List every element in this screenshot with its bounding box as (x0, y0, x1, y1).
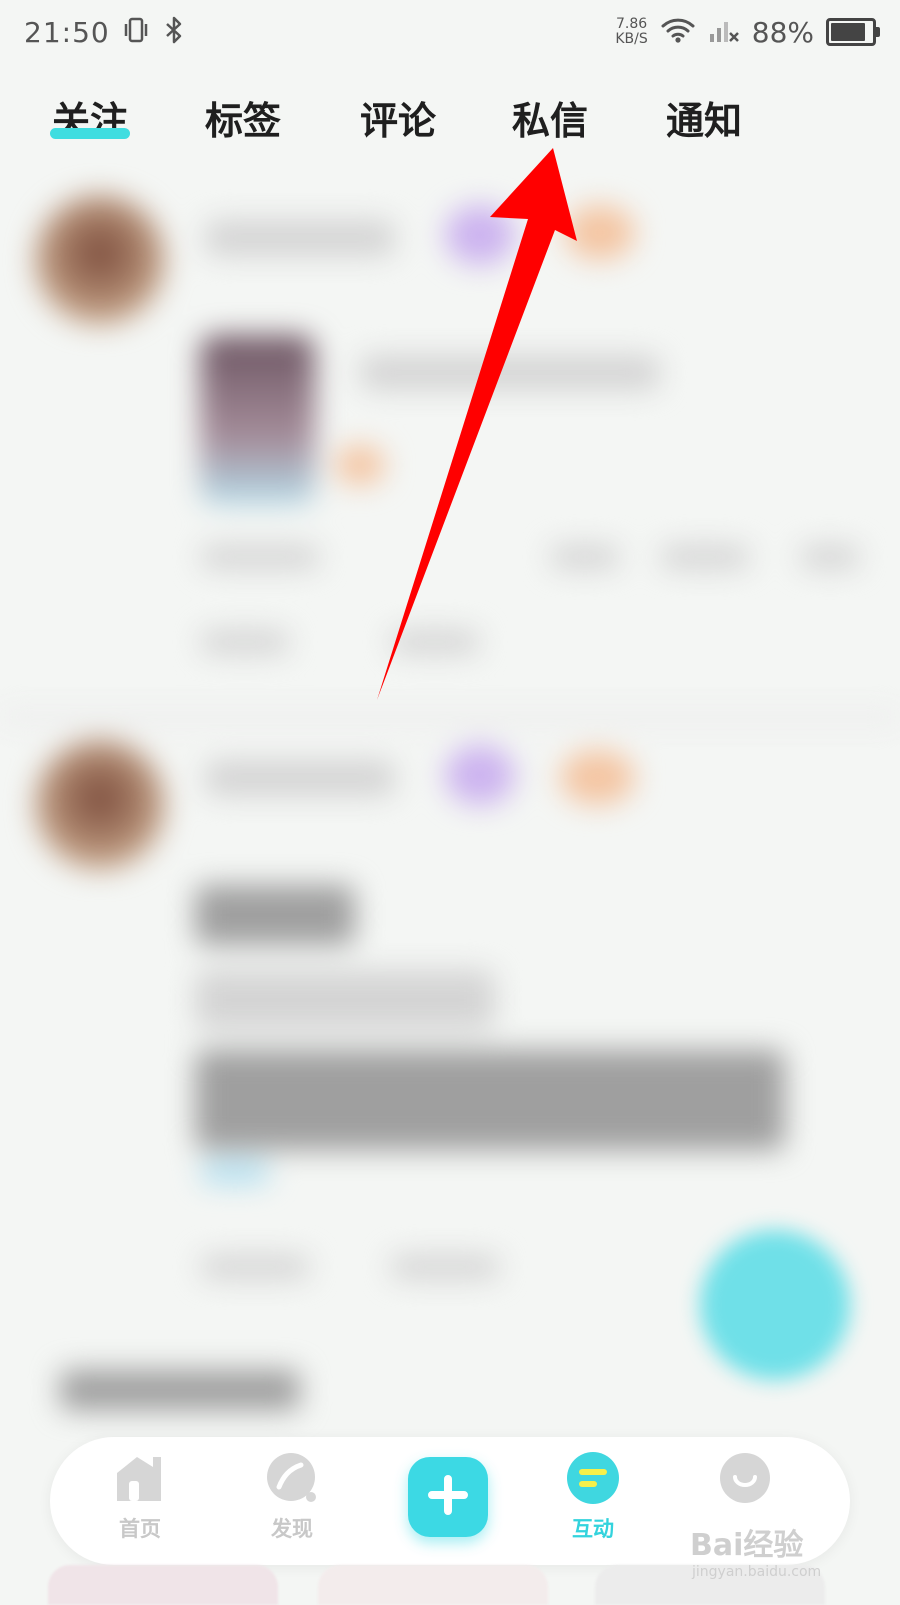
nav-label-interact: 互动 (572, 1517, 614, 1541)
peek-card (318, 1565, 548, 1605)
nav-label-discover: 发现 (271, 1517, 313, 1541)
nav-label-home: 首页 (119, 1517, 161, 1541)
watermark-logo: Bai经验 (690, 1528, 804, 1563)
discover-icon (265, 1451, 319, 1505)
interact-icon (566, 1451, 620, 1505)
nav-home[interactable]: 首页 (85, 1451, 195, 1556)
smile-icon (718, 1451, 772, 1505)
publish-button[interactable] (408, 1457, 488, 1537)
plus-icon (426, 1473, 470, 1521)
watermark: Bai经验 jingyan.baidu.com (690, 1520, 821, 1580)
nav-discover[interactable]: 发现 (237, 1451, 347, 1556)
peek-card (48, 1565, 278, 1605)
nav-interact[interactable]: 互动 (538, 1451, 648, 1556)
annotation-arrow (377, 148, 577, 700)
home-icon (113, 1451, 167, 1505)
watermark-url: jingyan.baidu.com (692, 1564, 822, 1580)
